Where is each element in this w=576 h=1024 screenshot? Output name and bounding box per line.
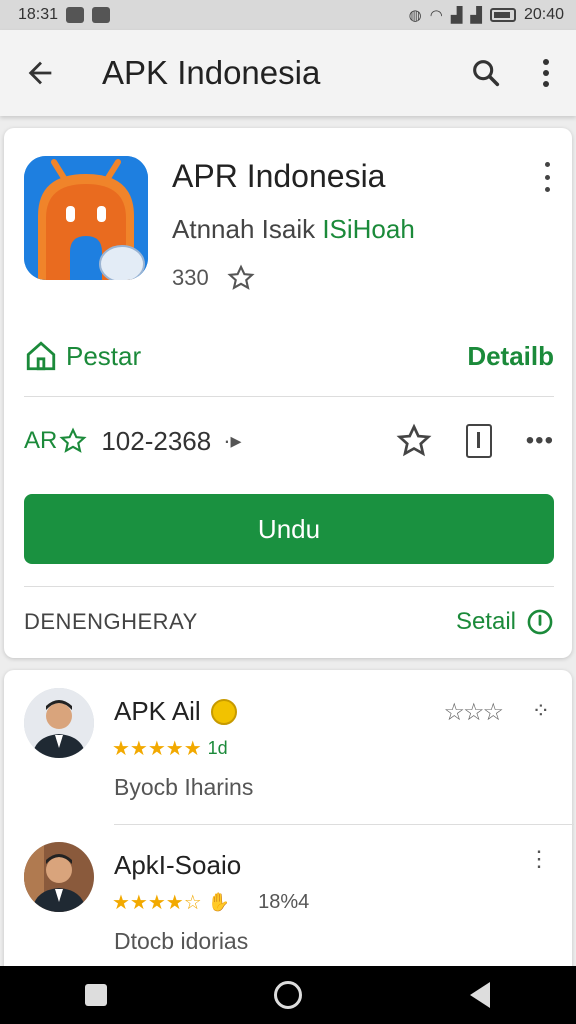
more-vert-icon [544, 187, 550, 192]
developer-name: Atnnah Isaik [172, 214, 323, 244]
vibrate-icon: ◍ [408, 7, 422, 24]
bookmark-icon[interactable] [465, 424, 492, 458]
reviewer-name: ApkI-Soaio [114, 850, 241, 881]
download-count: 102-2368 [101, 425, 212, 456]
links-row: Pestar Detailb [24, 336, 554, 376]
star-filled-icon: ★★★★☆ [112, 892, 202, 914]
thumb-icon: ✋ [207, 892, 231, 912]
app-rating: 330 [172, 264, 255, 292]
home-circle-icon [274, 981, 302, 1009]
recents-icon [85, 984, 107, 1006]
card-more-button[interactable] [540, 162, 554, 192]
review-stars: ★★★★★ 1d [112, 736, 228, 761]
stats-tag: AR [24, 427, 87, 455]
signal-icon: ▟ [450, 7, 463, 24]
favorite-star-icon[interactable] [396, 423, 432, 459]
status-bar: 18:31 ◍ ◠ ▟ ▟ 20:40 [0, 0, 576, 30]
stats-row: AR 102-2368 ·▸ ••• [24, 418, 554, 464]
play-arrow-icon: ·▸ [223, 428, 242, 453]
divider [114, 824, 574, 825]
more-vert-icon [543, 59, 549, 87]
info-icon [527, 609, 553, 635]
rating-value: 330 [172, 265, 209, 290]
footer-row: DENENGHERAY Setail [24, 602, 554, 642]
verified-badge-icon [210, 698, 237, 725]
pestar-link[interactable]: Pestar [24, 339, 141, 373]
page-title: APK Indonesia [102, 54, 321, 91]
stars-extra: 1d [207, 738, 228, 758]
stats-actions: ••• [396, 423, 554, 459]
install-button[interactable]: Undu [24, 494, 554, 564]
signal-icon: ▟ [470, 7, 482, 24]
setail-label: Setail [455, 608, 516, 635]
status-right: ◍ ◠ ▟ ▟ 20:40 [409, 6, 564, 24]
wifi-icon: ◠ [429, 7, 443, 24]
review-text: Dtocb idorias [114, 928, 249, 954]
star-outline-icon [227, 264, 255, 290]
star-filled-icon: ★★★★★ [112, 738, 202, 760]
review-count: 18%4 [258, 891, 310, 913]
back-triangle-icon [470, 982, 490, 1008]
app-detail-card: APR Indonesia Atnnah Isaik ISiHoah 330 P… [4, 128, 572, 658]
arrow-left-icon [28, 61, 52, 85]
reviews-card: APK Ail ★★★★★ 1d Byocb Iharins ☆☆☆ ⁘ Apk… [4, 670, 574, 972]
star-outline-icon [59, 427, 87, 453]
more-horiz-icon[interactable]: ••• [526, 427, 554, 455]
avatar [24, 842, 94, 912]
review-stars: ★★★★☆ ✋ 18%4 [112, 890, 309, 915]
back-button[interactable] [0, 30, 80, 116]
search-icon [473, 60, 500, 87]
status-clock: 20:40 [523, 6, 564, 23]
setail-link[interactable]: Setail [456, 608, 554, 636]
stats-tag-label: AR [24, 427, 58, 454]
reviewer-name-text: ApkI-Soaio [114, 850, 242, 880]
back-nav-button[interactable] [450, 966, 510, 1024]
more-vert-icon [544, 174, 550, 180]
pestar-label: Pestar [66, 340, 142, 371]
status-time: 18:31 [18, 6, 59, 23]
review-text: Byocb Iharins [114, 774, 254, 800]
app-bar: APK Indonesia [0, 30, 576, 116]
more-options-button[interactable] [516, 30, 576, 116]
more-vert-icon [544, 162, 550, 167]
person-avatar-icon [24, 842, 94, 912]
battery-icon [489, 8, 516, 22]
status-left: 18:31 [18, 6, 111, 24]
review-item[interactable]: ApkI-Soaio ★★★★☆ ✋ 18%4 Dtocb idorias ⋮ [24, 842, 564, 972]
search-button[interactable] [456, 30, 516, 116]
app-name: APR Indonesia [172, 158, 386, 194]
recents-button[interactable] [66, 966, 126, 1024]
developer-tag: ISiHoah [322, 214, 415, 244]
home-icon [26, 341, 56, 371]
avatar [24, 688, 94, 758]
home-button[interactable] [258, 966, 318, 1024]
android-robot-icon [24, 156, 148, 280]
details-link[interactable]: Detailb [467, 341, 554, 372]
section-label: DENENGHERAY [24, 609, 198, 634]
notification-icon [66, 7, 85, 23]
reviewer-name: APK Ail [114, 696, 237, 727]
divider [24, 586, 554, 587]
reviewer-name-text: APK Ail [114, 696, 201, 726]
system-nav-bar [0, 966, 576, 1024]
app-developer[interactable]: Atnnah Isaik ISiHoah [172, 214, 415, 245]
review-item[interactable]: APK Ail ★★★★★ 1d Byocb Iharins ☆☆☆ ⁘ [24, 688, 564, 818]
more-vert-icon[interactable]: ⋮ [528, 846, 550, 872]
app-icon[interactable] [24, 156, 148, 280]
divider [24, 396, 554, 397]
person-avatar-icon [24, 688, 94, 758]
grid-menu-icon[interactable]: ⁘ [532, 698, 550, 724]
rate-stars-icon[interactable]: ☆☆☆ [443, 698, 504, 727]
notification-icon [92, 7, 111, 23]
